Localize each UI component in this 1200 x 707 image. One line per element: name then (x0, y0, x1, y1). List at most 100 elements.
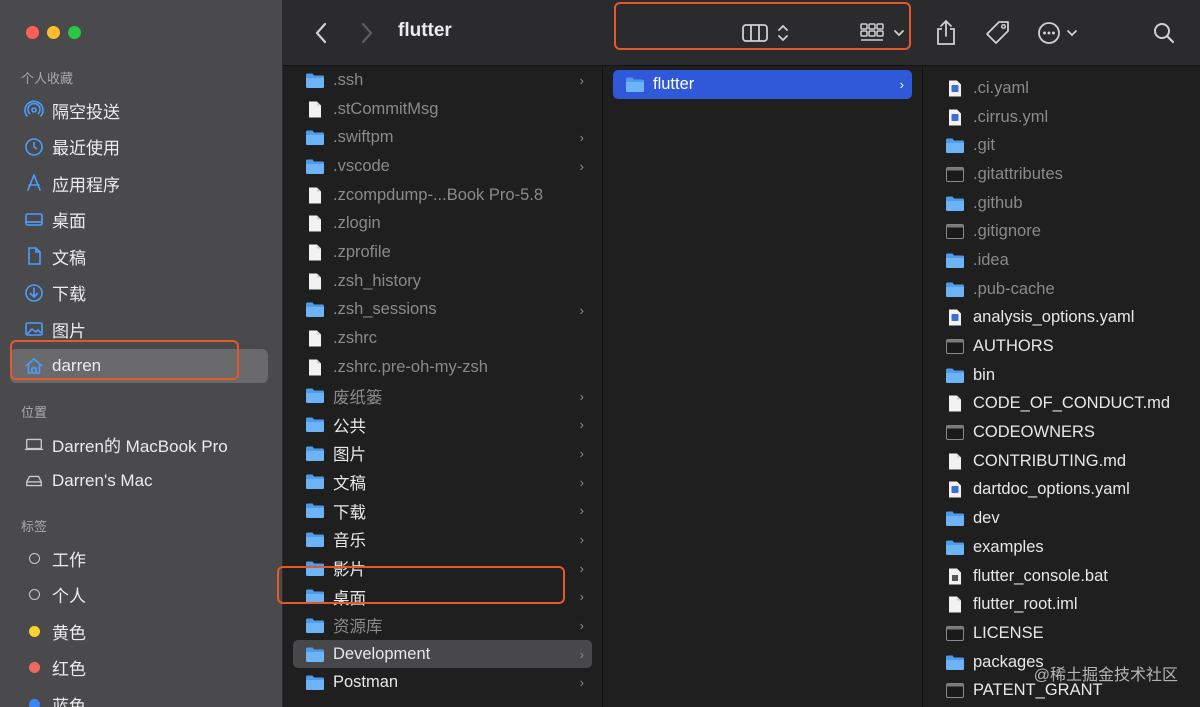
file-row[interactable]: 音乐 › (283, 525, 602, 554)
tag-color-dot-icon (24, 658, 44, 678)
sidebar-location-1[interactable]: Darren's Mac (0, 463, 283, 500)
file-row[interactable]: .zcompdump-...Book Pro-5.8 (283, 181, 602, 210)
document-file-icon (309, 359, 321, 376)
chevron-right-icon: › (579, 646, 584, 662)
sidebar-tag-1[interactable]: 个人 (0, 577, 283, 614)
sidebar-item-clock[interactable]: 最近使用 (0, 129, 283, 166)
applications-icon (24, 173, 44, 193)
group-button[interactable] (859, 18, 911, 48)
tag-color-dot-icon (24, 621, 44, 641)
file-row[interactable]: .cirrus.yml (923, 103, 1200, 132)
sidebar: 个人收藏 隔空投送 最近使用 应用程序 桌面 文稿 下载 图片 darren 位置 Darre… (0, 0, 283, 707)
tag-color-dot-icon (24, 694, 44, 707)
file-row[interactable]: CODE_OF_CONDUCT.md (923, 390, 1200, 419)
favorites-section: 个人收藏 隔空投送 最近使用 应用程序 桌面 文稿 下载 图片 darren (0, 69, 283, 384)
file-row[interactable]: .zsh_history (283, 267, 602, 296)
file-row[interactable]: flutter_console.bat (923, 562, 1200, 591)
zoom-window-button[interactable] (68, 26, 81, 39)
file-row[interactable]: flutter › (613, 70, 912, 99)
file-row[interactable]: dartdoc_options.yaml (923, 476, 1200, 505)
sidebar-item-photo[interactable]: 图片 (0, 311, 283, 348)
file-name: .zshrc (333, 329, 378, 348)
file-row[interactable]: .stCommitMsg (283, 95, 602, 124)
executable-icon (946, 683, 964, 699)
view-mode-button[interactable] (741, 18, 797, 48)
file-row[interactable]: .ssh › (283, 66, 602, 95)
sidebar-tag-3[interactable]: 红色 (0, 650, 283, 687)
file-name: .idea (973, 250, 1009, 269)
sidebar-item-download[interactable]: 下载 (0, 275, 283, 312)
file-row[interactable]: .zshrc (283, 324, 602, 353)
locations-section: 位置 Darren的 MacBook Pro Darren's Mac (0, 403, 283, 499)
share-button[interactable] (933, 18, 959, 48)
file-row[interactable]: 公共 › (283, 410, 602, 439)
file-row[interactable]: .gitattributes (923, 160, 1200, 189)
file-row[interactable]: 桌面 › (283, 582, 602, 611)
sidebar-item-airdrop[interactable]: 隔空投送 (0, 92, 283, 129)
columns-view-icon (742, 24, 788, 42)
file-row[interactable]: .gitignore (923, 217, 1200, 246)
file-name: .pub-cache (973, 279, 1055, 298)
file-name: LICENSE (973, 623, 1044, 642)
sidebar-tag-0[interactable]: 工作 (0, 540, 283, 577)
file-row[interactable]: .vscode › (283, 152, 602, 181)
file-row[interactable]: bin (923, 361, 1200, 390)
file-row[interactable]: 废纸篓 › (283, 382, 602, 411)
file-row[interactable]: .zlogin (283, 209, 602, 238)
file-row[interactable]: 影片 › (283, 554, 602, 583)
file-row[interactable]: analysis_options.yaml (923, 304, 1200, 333)
file-row[interactable]: 图片 › (283, 439, 602, 468)
chevron-right-icon: › (579, 159, 584, 175)
file-row[interactable]: .swiftpm › (283, 123, 602, 152)
close-window-button[interactable] (26, 26, 39, 39)
file-row[interactable]: CONTRIBUTING.md (923, 447, 1200, 476)
file-row[interactable]: .pub-cache (923, 275, 1200, 304)
folder-icon (626, 77, 644, 92)
sidebar-item-document[interactable]: 文稿 (0, 238, 283, 275)
file-row[interactable]: AUTHORS (923, 332, 1200, 361)
file-row[interactable]: .github (923, 189, 1200, 218)
ellipsis-icon (1038, 22, 1077, 44)
file-name: .zsh_sessions (333, 300, 437, 319)
document-file-icon (309, 244, 321, 261)
file-row[interactable]: .ci.yaml (923, 74, 1200, 103)
sidebar-item-home[interactable]: darren (0, 348, 283, 385)
file-row[interactable]: LICENSE (923, 619, 1200, 648)
file-name: flutter_console.bat (973, 566, 1108, 585)
file-row[interactable]: CODEOWNERS (923, 418, 1200, 447)
file-row[interactable]: 文稿 › (283, 468, 602, 497)
file-row[interactable]: dev (923, 504, 1200, 533)
sidebar-tag-4[interactable]: 蓝色 (0, 686, 283, 707)
file-row[interactable]: 下载 › (283, 496, 602, 525)
file-row[interactable]: .idea (923, 246, 1200, 275)
sidebar-location-0[interactable]: Darren的 MacBook Pro (0, 426, 283, 463)
search-button[interactable] (1151, 18, 1177, 48)
airdrop-icon (24, 100, 44, 120)
back-button[interactable] (309, 18, 333, 48)
sidebar-item-label: 蓝色 (52, 696, 86, 707)
file-name: .gitignore (973, 222, 1041, 241)
sidebar-item-desktop[interactable]: 桌面 (0, 202, 283, 239)
more-actions-button[interactable] (1037, 18, 1087, 48)
file-row[interactable]: .git (923, 131, 1200, 160)
file-row[interactable]: examples (923, 533, 1200, 562)
locations-heading: 位置 (21, 405, 48, 420)
file-name: .zlogin (333, 214, 381, 233)
sidebar-tag-2[interactable]: 黄色 (0, 613, 283, 650)
file-row[interactable]: .zsh_sessions › (283, 296, 602, 325)
sidebar-item-applications[interactable]: 应用程序 (0, 165, 283, 202)
forward-button[interactable] (355, 18, 379, 48)
document-file-icon (309, 330, 321, 347)
file-name: .zshrc.pre-oh-my-zsh (333, 357, 488, 376)
file-row[interactable]: 资源库 › (283, 611, 602, 640)
column-development: flutter › (603, 66, 923, 707)
file-row[interactable]: Development › (293, 639, 592, 669)
file-name: .zcompdump-...Book Pro-5.8 (333, 185, 544, 204)
file-row[interactable]: .zshrc.pre-oh-my-zsh (283, 353, 602, 382)
file-row[interactable]: .zprofile (283, 238, 602, 267)
document-file-icon (949, 596, 961, 613)
file-row[interactable]: Postman › (283, 668, 602, 697)
file-row[interactable]: flutter_root.iml (923, 590, 1200, 619)
tag-button[interactable] (983, 18, 1013, 48)
minimize-window-button[interactable] (47, 26, 60, 39)
